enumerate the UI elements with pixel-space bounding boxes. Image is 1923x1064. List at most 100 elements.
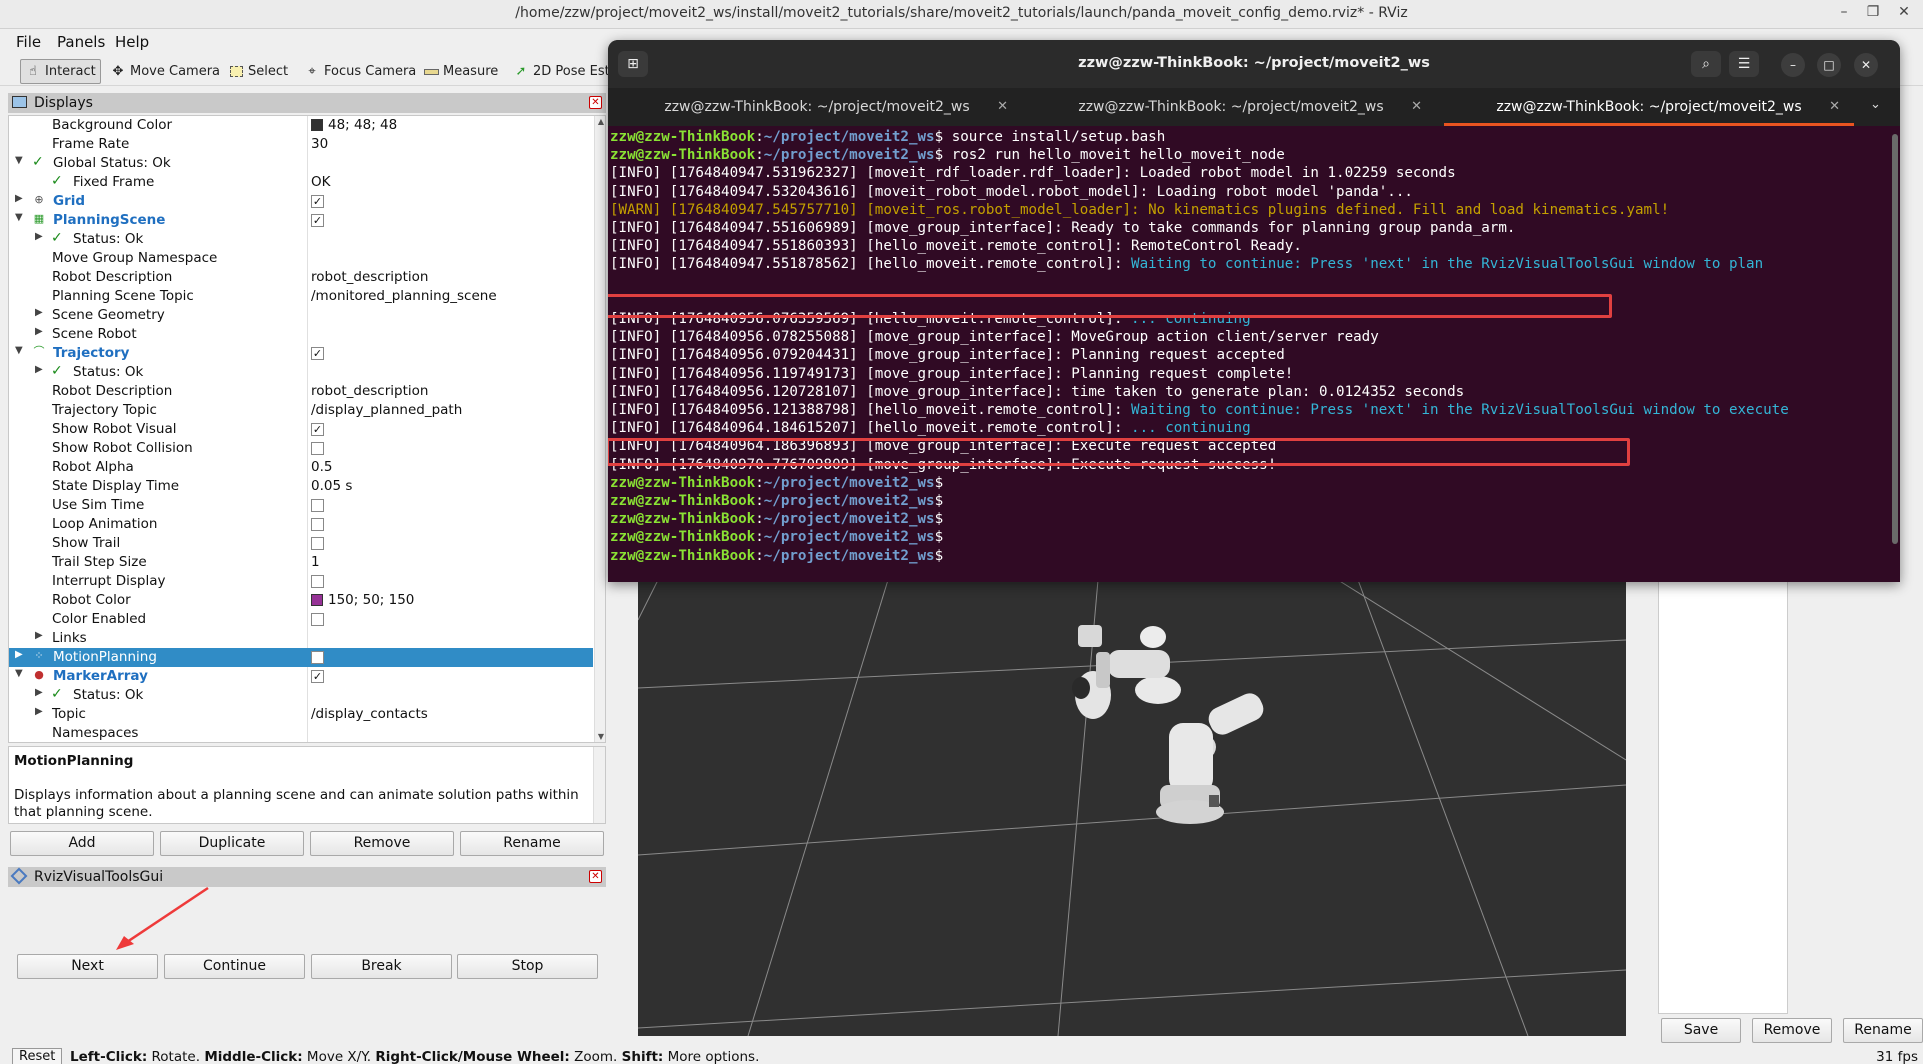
tree-row[interactable]: ▶ Topic /display_contacts [9, 705, 593, 724]
expand-right-icon[interactable]: ▶ [35, 307, 43, 318]
rename-button[interactable]: Rename [460, 831, 604, 856]
tree-row[interactable]: Move Group Namespace [9, 249, 593, 268]
expand-right-icon[interactable]: ▶ [35, 231, 43, 242]
option-checkbox[interactable] [311, 613, 324, 626]
tree-row[interactable]: ▶ Scene Geometry [9, 306, 593, 325]
tree-row[interactable]: Robot Description robot_description [9, 382, 593, 401]
continue-button[interactable]: Continue [164, 954, 305, 979]
tree-row[interactable]: Trajectory Topic /display_planned_path [9, 401, 593, 420]
views-save-button[interactable]: Save [1661, 1018, 1741, 1043]
tree-row-trajectory[interactable]: ▼ ⌒ Trajectory ✓ [9, 344, 593, 363]
terminal-tab-1[interactable]: zzw@zzw-ThinkBook: ~/project/moveit2_ws ✕ [612, 88, 1022, 126]
tree-row[interactable]: ▶ ✓ Status: Ok [9, 686, 593, 705]
tree-row[interactable]: Show Trail [9, 534, 593, 553]
tool-interact[interactable]: ☝ Interact [20, 59, 101, 84]
tree-row[interactable]: Frame Rate 30 [9, 135, 593, 154]
tree-row[interactable]: Trail Step Size 1 [9, 553, 593, 572]
reset-button[interactable]: Reset [12, 1048, 63, 1064]
tree-row[interactable]: ▼ ✓ Global Status: Ok [9, 154, 593, 173]
close-icon[interactable]: ✕ [1893, 4, 1915, 20]
views-rename-button[interactable]: Rename [1843, 1018, 1923, 1043]
description-scrollbar[interactable] [593, 747, 605, 823]
tree-row[interactable]: ▶ ✓ Status: Ok [9, 230, 593, 249]
tree-row[interactable]: Robot Alpha 0.5 [9, 458, 593, 477]
tool-select[interactable]: Select [224, 59, 292, 84]
terminal-scrollbar[interactable] [1892, 134, 1898, 544]
tree-row[interactable]: Use Sim Time [9, 496, 593, 515]
expand-down-icon[interactable]: ▼ [15, 212, 23, 223]
tree-row[interactable]: ▶ Links [9, 629, 593, 648]
tree-row[interactable]: Color Enabled [9, 610, 593, 629]
enable-checkbox[interactable]: ✓ [311, 195, 324, 208]
maximize-icon[interactable]: ❐ [1862, 4, 1884, 20]
tree-row-planningscene[interactable]: ▼ ▦ PlanningScene ✓ [9, 211, 593, 230]
tree-row-grid[interactable]: ▶ ⊕ Grid ✓ [9, 192, 593, 211]
expand-down-icon[interactable]: ▼ [15, 345, 23, 356]
next-button[interactable]: Next [17, 954, 158, 979]
render-3d-view[interactable] [638, 580, 1626, 1036]
menu-help[interactable]: Help [115, 33, 149, 51]
close-tab-icon[interactable]: ✕ [1829, 88, 1840, 126]
option-checkbox[interactable]: ✓ [311, 423, 324, 436]
expand-right-icon[interactable]: ▶ [35, 687, 43, 698]
close-tab-icon[interactable]: ✕ [997, 88, 1008, 126]
option-checkbox[interactable] [311, 575, 324, 588]
tree-row[interactable]: Background Color 48; 48; 48 [9, 116, 593, 135]
expand-right-icon[interactable]: ▶ [15, 193, 23, 204]
break-button[interactable]: Break [311, 954, 452, 979]
minimize-icon[interactable]: – [1833, 4, 1855, 20]
tool-focus-camera[interactable]: ⌖ Focus Camera [300, 59, 420, 84]
menu-file[interactable]: File [16, 33, 41, 51]
expand-right-icon[interactable]: ▶ [35, 364, 43, 375]
stop-button[interactable]: Stop [457, 954, 598, 979]
maximize-icon[interactable]: □ [1817, 53, 1841, 77]
add-button[interactable]: Add [10, 831, 154, 856]
enable-checkbox[interactable]: ✓ [311, 670, 324, 683]
tree-row[interactable]: Interrupt Display [9, 572, 593, 591]
tree-row[interactable]: Loop Animation [9, 515, 593, 534]
tree-row[interactable]: Show Robot Visual ✓ [9, 420, 593, 439]
expand-right-icon[interactable]: ▶ [35, 630, 43, 641]
tree-row[interactable]: Namespaces [9, 724, 593, 742]
duplicate-button[interactable]: Duplicate [160, 831, 304, 856]
menu-panels[interactable]: Panels [57, 33, 105, 51]
tree-row[interactable]: Robot Color 150; 50; 150 [9, 591, 593, 610]
terminal-output[interactable]: zzw@zzw-ThinkBook:~/project/moveit2_ws$ … [608, 126, 1900, 582]
tree-row[interactable]: ✓ Fixed Frame OK [9, 173, 593, 192]
terminal-tab-2[interactable]: zzw@zzw-ThinkBook: ~/project/moveit2_ws ✕ [1026, 88, 1436, 126]
enable-checkbox[interactable] [311, 651, 324, 664]
tree-row[interactable]: ▶ ✓ Status: Ok [9, 363, 593, 382]
option-checkbox[interactable] [311, 442, 324, 455]
expand-down-icon[interactable]: ▼ [15, 668, 23, 679]
close-panel-icon[interactable]: ✕ [589, 96, 602, 109]
tabs-dropdown-icon[interactable]: ⌄ [1870, 97, 1881, 112]
terminal-tab-3[interactable]: zzw@zzw-ThinkBook: ~/project/moveit2_ws ✕ [1444, 88, 1854, 126]
tree-row[interactable]: Planning Scene Topic /monitored_planning… [9, 287, 593, 306]
option-checkbox[interactable] [311, 499, 324, 512]
hamburger-menu-icon[interactable]: ☰ [1729, 51, 1759, 77]
expand-right-icon[interactable]: ▶ [35, 706, 43, 717]
tree-row[interactable]: Show Robot Collision [9, 439, 593, 458]
scroll-down-icon[interactable]: ▼ [595, 732, 605, 741]
tree-row-motionplanning[interactable]: ▶ ⁘ MotionPlanning [9, 648, 593, 667]
search-icon[interactable]: ⌕ [1691, 51, 1721, 77]
close-tab-icon[interactable]: ✕ [1411, 88, 1422, 126]
option-checkbox[interactable] [311, 537, 324, 550]
tree-row-markerarray[interactable]: ▼ ● MarkerArray ✓ [9, 667, 593, 686]
expand-down-icon[interactable]: ▼ [15, 155, 23, 166]
terminal-window[interactable]: ⊞ zzw@zzw-ThinkBook: ~/project/moveit2_w… [608, 40, 1900, 582]
tool-move-camera[interactable]: ✥ Move Camera [106, 59, 224, 84]
scroll-up-icon[interactable]: ▲ [595, 117, 605, 126]
expand-right-icon[interactable]: ▶ [35, 326, 43, 337]
option-checkbox[interactable] [311, 518, 324, 531]
close-icon[interactable]: ✕ [1854, 53, 1878, 77]
tree-scrollbar[interactable]: ▲ ▼ [594, 116, 605, 742]
tool-measure[interactable]: Measure [419, 59, 502, 84]
enable-checkbox[interactable]: ✓ [311, 214, 324, 227]
remove-button[interactable]: Remove [310, 831, 454, 856]
enable-checkbox[interactable]: ✓ [311, 347, 324, 360]
close-panel-icon[interactable]: ✕ [589, 870, 602, 883]
tree-row[interactable]: Robot Description robot_description [9, 268, 593, 287]
tree-row[interactable]: ▶ Scene Robot [9, 325, 593, 344]
views-remove-button[interactable]: Remove [1752, 1018, 1832, 1043]
